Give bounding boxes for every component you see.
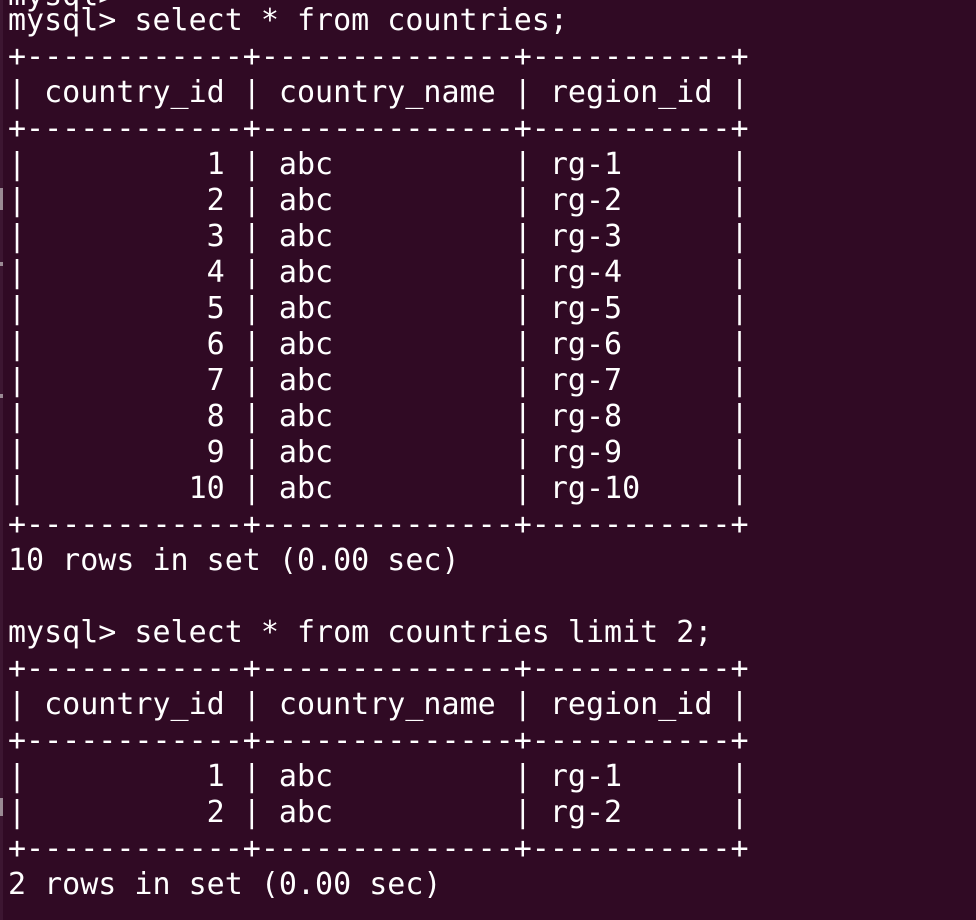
terminal-line: | 2 | abc | rg-2 |: [8, 183, 749, 218]
terminal-line: | 10 | abc | rg-10 |: [8, 471, 749, 506]
terminal-line: +------------+--------------+-----------…: [8, 507, 749, 542]
edge-mark: [0, 394, 3, 398]
terminal-output: mysql> select * from countries; +-------…: [8, 3, 976, 903]
terminal-line: +------------+--------------+-----------…: [8, 831, 749, 866]
terminal-line: | 8 | abc | rg-8 |: [8, 399, 749, 434]
terminal-line: | 2 | abc | rg-2 |: [8, 795, 749, 830]
edge-mark: [0, 262, 3, 266]
edge-mark: [0, 188, 3, 210]
terminal-line: +------------+--------------+-----------…: [8, 651, 749, 686]
terminal-line: | 1 | abc | rg-1 |: [8, 759, 749, 794]
terminal-line: +------------+--------------+-----------…: [8, 723, 749, 758]
terminal-line: | country_id | country_name | region_id …: [8, 687, 749, 722]
terminal-line: | 7 | abc | rg-7 |: [8, 363, 749, 398]
terminal-line: | 3 | abc | rg-3 |: [8, 219, 749, 254]
terminal-line: | 5 | abc | rg-5 |: [8, 291, 749, 326]
terminal-line: | country_id | country_name | region_id …: [8, 75, 749, 110]
terminal-line: 10 rows in set (0.00 sec): [8, 543, 460, 578]
terminal-line: +------------+--------------+-----------…: [8, 111, 749, 146]
terminal-line: 2 rows in set (0.00 sec): [8, 867, 442, 902]
terminal-line: +------------+--------------+-----------…: [8, 39, 749, 74]
terminal-line: mysql> select * from countries limit 2;: [8, 615, 713, 650]
window-left-edge: [0, 0, 3, 920]
terminal-line: | 9 | abc | rg-9 |: [8, 435, 749, 470]
terminal-line: | 6 | abc | rg-6 |: [8, 327, 749, 362]
terminal-line: | 1 | abc | rg-1 |: [8, 147, 749, 182]
terminal-line: | 4 | abc | rg-4 |: [8, 255, 749, 290]
terminal-line: mysql> select * from countries;: [8, 3, 568, 38]
edge-mark: [0, 798, 3, 816]
terminal-window[interactable]: mysql> mysql> select * from countries; +…: [0, 0, 976, 920]
